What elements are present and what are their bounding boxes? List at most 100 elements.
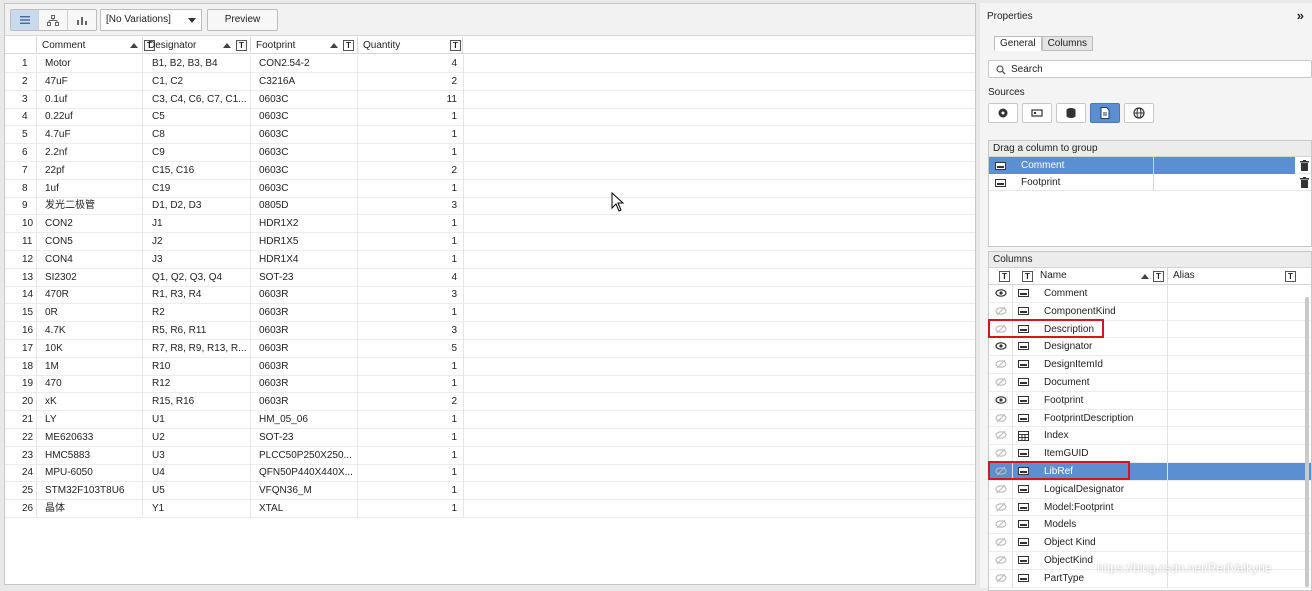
- sort-ascending-icon[interactable]: [330, 43, 338, 48]
- table-row[interactable]: 1 Motor B1, B2, B3, B4 CON2.54-2 4: [5, 55, 975, 73]
- table-row[interactable]: 16 4.7K R5, R6, R11 0603R 3: [5, 322, 975, 340]
- eye-hidden-icon[interactable]: [995, 573, 1007, 583]
- collapse-panel-icon[interactable]: »: [1297, 8, 1304, 23]
- alias-column-header[interactable]: Alias: [1173, 270, 1195, 281]
- tab-columns[interactable]: Columns: [1041, 36, 1094, 51]
- table-row[interactable]: 8 1uf C19 0603C 1: [5, 179, 975, 198]
- source-database-button[interactable]: [1056, 103, 1086, 123]
- table-row[interactable]: 11 CON5 J2 HDR1X5 1: [5, 233, 975, 251]
- source-document-button[interactable]: [1090, 103, 1120, 123]
- tree-view-button[interactable]: [39, 10, 68, 30]
- cell-divider: [36, 250, 37, 269]
- eye-hidden-icon[interactable]: [995, 377, 1007, 387]
- eye-icon[interactable]: [995, 395, 1007, 405]
- text-filter-icon[interactable]: T: [1022, 271, 1033, 282]
- table-row[interactable]: 13 SI2302 Q1, Q2, Q3, Q4 SOT-23 4: [5, 268, 975, 287]
- chart-view-button[interactable]: [68, 10, 96, 30]
- column-item[interactable]: LogicalDesignator: [989, 480, 1311, 499]
- sort-ascending-icon[interactable]: [1141, 274, 1149, 279]
- table-row[interactable]: 9 发光二极管 D1, D2, D3 0805D 3: [5, 197, 975, 216]
- table-row[interactable]: 7 22pf C15, C16 0603C 2: [5, 161, 975, 180]
- properties-search-input[interactable]: Search: [988, 60, 1312, 78]
- source-components-button[interactable]: [988, 103, 1018, 123]
- cell-divider: [36, 411, 37, 429]
- table-row[interactable]: 19 470 R12 0603R 1: [5, 375, 975, 394]
- table-row[interactable]: 4 0.22uf C5 0603C 1: [5, 108, 975, 127]
- table-row[interactable]: 18 1M R10 0603R 1: [5, 357, 975, 376]
- eye-hidden-icon[interactable]: [995, 537, 1007, 547]
- col-header-designator[interactable]: Designator T: [142, 37, 249, 54]
- eye-icon[interactable]: [995, 288, 1007, 298]
- trash-icon[interactable]: [1300, 160, 1309, 171]
- eye-hidden-icon[interactable]: [995, 519, 1007, 529]
- table-row[interactable]: 26 晶体 Y1 XTAL 1: [5, 500, 975, 518]
- column-item[interactable]: ComponentKind: [989, 302, 1311, 321]
- column-item[interactable]: Footprint: [989, 391, 1311, 410]
- eye-hidden-icon[interactable]: [995, 502, 1007, 512]
- sort-ascending-icon[interactable]: [130, 43, 138, 48]
- group-item-comment[interactable]: Comment: [989, 157, 1311, 174]
- text-filter-icon[interactable]: T: [343, 40, 354, 51]
- trash-icon[interactable]: [1300, 177, 1309, 188]
- table-row[interactable]: 6 2.2nf C9 0603C 1: [5, 144, 975, 162]
- col-header-footprint[interactable]: Footprint T: [250, 37, 357, 54]
- column-item[interactable]: FootprintDescription: [989, 409, 1311, 428]
- table-row[interactable]: 22 ME620633 U2 SOT-23 1: [5, 428, 975, 447]
- table-row[interactable]: 21 LY U1 HM_05_06 1: [5, 411, 975, 429]
- column-item[interactable]: DesignItemId: [989, 356, 1311, 375]
- name-column-header[interactable]: Name: [1040, 270, 1067, 281]
- quantity-cell: 1: [451, 360, 457, 372]
- eye-hidden-icon[interactable]: [995, 484, 1007, 494]
- field-icon: [1018, 555, 1029, 564]
- group-item-footprint[interactable]: Footprint: [989, 174, 1311, 191]
- text-filter-icon[interactable]: T: [1153, 271, 1164, 282]
- source-pcb-button[interactable]: [1022, 103, 1052, 123]
- quantity-cell: 1: [451, 307, 457, 319]
- table-row[interactable]: 12 CON4 J3 HDR1X4 1: [5, 250, 975, 269]
- table-row[interactable]: 15 0R R2 0603R 1: [5, 304, 975, 323]
- cell-divider: [1167, 498, 1168, 517]
- preview-button[interactable]: Preview: [207, 9, 278, 31]
- tab-general[interactable]: General: [994, 36, 1042, 51]
- table-row[interactable]: 5 4.7uF C8 0603C 1: [5, 126, 975, 145]
- table-row[interactable]: 20 xK R15, R16 0603R 2: [5, 393, 975, 412]
- variation-select[interactable]: [No Variations]: [100, 9, 202, 31]
- text-filter-icon[interactable]: T: [1285, 271, 1296, 282]
- sort-ascending-icon[interactable]: [223, 43, 231, 48]
- flat-view-button[interactable]: [11, 10, 40, 30]
- table-row[interactable]: 23 HMC5883 U3 PLCC50P250X250... 1: [5, 446, 975, 465]
- col-header-quantity[interactable]: Quantity T: [357, 37, 463, 54]
- comment-cell: CON5: [45, 236, 73, 247]
- table-row[interactable]: 17 10K R7, R8, R9, R13, R... 0603R 5: [5, 339, 975, 358]
- table-row[interactable]: 24 MPU-6050 U4 QFN50P440X440X... 1: [5, 464, 975, 483]
- footprint-cell: 0603C: [259, 129, 289, 141]
- eye-hidden-icon[interactable]: [995, 413, 1007, 423]
- eye-hidden-icon[interactable]: [995, 359, 1007, 369]
- col-header-comment[interactable]: Comment T: [36, 37, 155, 54]
- text-filter-icon[interactable]: T: [450, 40, 461, 51]
- column-item[interactable]: Designator: [989, 338, 1311, 357]
- column-item-name: DesignItemId: [1044, 359, 1103, 371]
- eye-hidden-icon[interactable]: [995, 430, 1007, 440]
- table-row[interactable]: 25 STM32F103T8U6 U5 VFQN36_M 1: [5, 482, 975, 501]
- table-row[interactable]: 3 0.1uf C3, C4, C6, C7, C1... 0603C 11: [5, 90, 975, 109]
- column-item[interactable]: Models: [989, 516, 1311, 535]
- text-filter-icon[interactable]: T: [236, 40, 247, 51]
- column-item[interactable]: Model:Footprint: [989, 498, 1311, 517]
- table-row[interactable]: 10 CON2 J1 HDR1X2 1: [5, 215, 975, 234]
- eye-hidden-icon[interactable]: [995, 448, 1007, 458]
- eye-hidden-icon[interactable]: [995, 306, 1007, 316]
- column-item[interactable]: Document: [989, 373, 1311, 392]
- column-item[interactable]: Object Kind: [989, 534, 1311, 553]
- designator-cell: R1, R3, R4: [152, 289, 202, 301]
- table-row[interactable]: 14 470R R1, R3, R4 0603R 3: [5, 286, 975, 305]
- table-row[interactable]: 2 47uF C1, C2 C3216A 2: [5, 72, 975, 91]
- eye-hidden-icon[interactable]: [995, 555, 1007, 565]
- eye-icon[interactable]: [995, 341, 1007, 351]
- columns-scrollbar[interactable]: [1305, 297, 1309, 587]
- source-web-button[interactable]: [1124, 103, 1154, 123]
- column-item[interactable]: Comment: [989, 285, 1311, 303]
- text-filter-icon[interactable]: T: [999, 271, 1010, 282]
- column-item[interactable]: Index: [989, 427, 1311, 446]
- quantity-cell: 1: [451, 431, 457, 443]
